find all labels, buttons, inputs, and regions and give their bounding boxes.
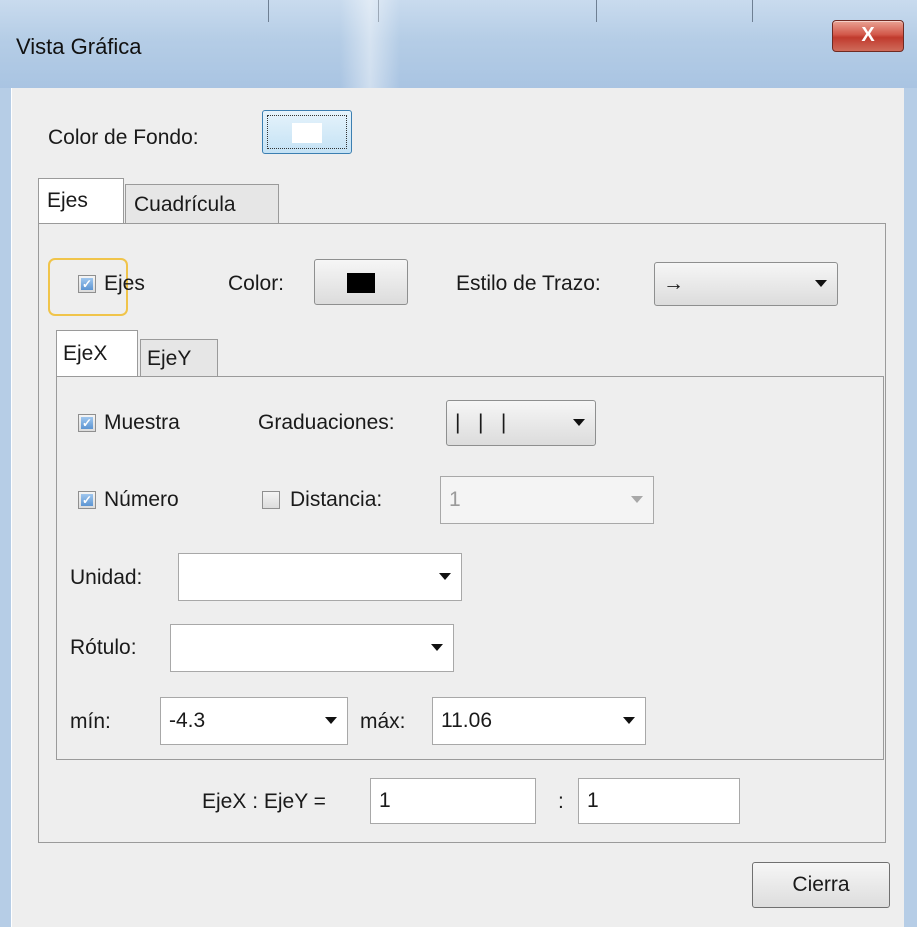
max-dropdown[interactable]: 11.06 bbox=[432, 697, 646, 745]
line-style-label: Estilo de Trazo: bbox=[456, 272, 601, 295]
axes-color-button[interactable] bbox=[314, 259, 408, 305]
muestra-label: Muestra bbox=[104, 411, 180, 434]
chevron-down-icon bbox=[431, 644, 443, 651]
background-grid-line bbox=[752, 0, 753, 22]
background-color-label: Color de Fondo: bbox=[48, 126, 199, 149]
min-label: mín: bbox=[70, 710, 111, 733]
chevron-down-icon bbox=[573, 419, 585, 426]
check-mark-icon: ✓ bbox=[81, 277, 93, 291]
unidad-dropdown[interactable] bbox=[178, 553, 462, 601]
tab-ejex[interactable]: EjeX bbox=[56, 330, 138, 377]
ratio-y-value: 1 bbox=[587, 789, 599, 812]
background-grid-line bbox=[596, 0, 597, 22]
window-left-border bbox=[0, 88, 11, 927]
background-color-swatch bbox=[292, 123, 322, 143]
tab-ejes[interactable]: Ejes bbox=[38, 178, 124, 224]
show-axes-checkbox[interactable]: ✓ bbox=[78, 275, 96, 293]
max-value: 11.06 bbox=[441, 709, 492, 732]
background-grid-line bbox=[268, 0, 269, 22]
ratio-label: EjeX : EjeY = bbox=[202, 790, 326, 813]
numero-label: Número bbox=[104, 488, 179, 511]
show-axes-label: Ejes bbox=[104, 272, 145, 295]
graduaciones-label: Graduaciones: bbox=[258, 411, 395, 434]
check-mark-icon: ✓ bbox=[81, 493, 93, 507]
muestra-checkbox[interactable]: ✓ bbox=[78, 414, 96, 432]
distancia-dropdown[interactable]: 1 bbox=[440, 476, 654, 524]
graduaciones-dropdown[interactable]: | | | bbox=[446, 400, 596, 446]
chevron-down-icon bbox=[631, 496, 643, 503]
distancia-value: 1 bbox=[449, 488, 461, 511]
chevron-down-icon bbox=[623, 717, 635, 724]
axes-color-swatch bbox=[347, 273, 375, 293]
cierra-button[interactable]: Cierra bbox=[752, 862, 890, 908]
window-right-border bbox=[904, 88, 917, 927]
min-dropdown[interactable]: -4.3 bbox=[160, 697, 348, 745]
tab-ejey[interactable]: EjeY bbox=[140, 339, 218, 377]
window-title: Vista Gráfica bbox=[16, 34, 142, 59]
distancia-checkbox[interactable] bbox=[262, 491, 280, 509]
window-titlebar[interactable]: Vista Gráfica X bbox=[0, 0, 917, 88]
graduaciones-value: | | | bbox=[455, 411, 507, 434]
chevron-down-icon bbox=[815, 280, 827, 287]
ratio-x-value: 1 bbox=[379, 789, 391, 812]
axes-color-label: Color: bbox=[228, 272, 285, 295]
distancia-label: Distancia: bbox=[290, 488, 383, 511]
ratio-separator: : bbox=[558, 790, 564, 813]
chevron-down-icon bbox=[439, 573, 451, 580]
chevron-down-icon bbox=[325, 717, 337, 724]
titlebar-glare bbox=[340, 0, 400, 88]
close-window-button[interactable]: X bbox=[832, 20, 904, 52]
ratio-x-input[interactable]: 1 bbox=[370, 778, 536, 824]
tab-cuadricula[interactable]: Cuadrícula bbox=[125, 184, 279, 224]
max-label: máx: bbox=[360, 710, 406, 733]
background-color-button[interactable] bbox=[262, 110, 352, 154]
line-style-dropdown[interactable]: → bbox=[654, 262, 838, 306]
min-value: -4.3 bbox=[169, 709, 206, 732]
rotulo-dropdown[interactable] bbox=[170, 624, 454, 672]
ratio-y-input[interactable]: 1 bbox=[578, 778, 740, 824]
rotulo-label: Rótulo: bbox=[70, 636, 137, 659]
line-style-value: → bbox=[663, 272, 684, 295]
unidad-label: Unidad: bbox=[70, 566, 143, 589]
numero-checkbox[interactable]: ✓ bbox=[78, 491, 96, 509]
check-mark-icon: ✓ bbox=[81, 416, 93, 430]
